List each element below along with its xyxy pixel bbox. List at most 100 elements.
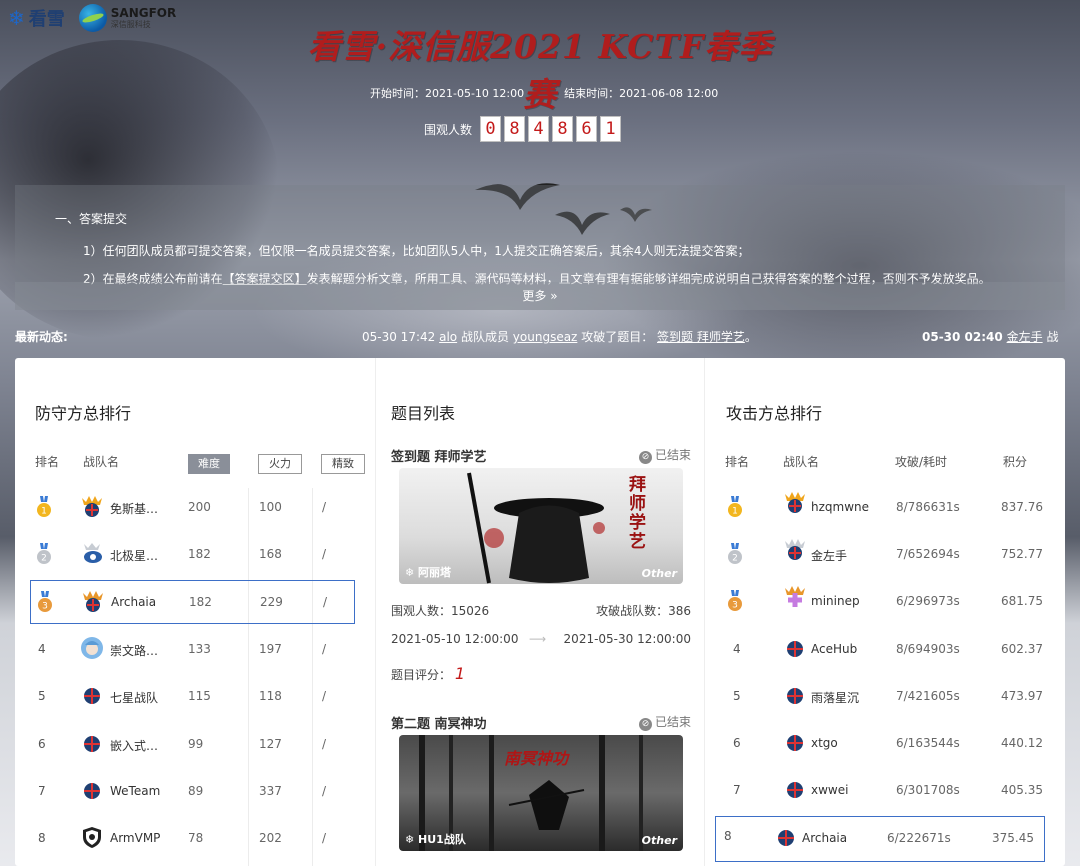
team-name[interactable]: ArmVMP <box>110 831 160 845</box>
problem-cover-image[interactable]: 南冥神功 ❄ HU1战队 Other <box>399 735 683 851</box>
team-name[interactable]: 嵌入式… <box>110 737 158 754</box>
kanxue-logo[interactable]: ❄ 看雪 <box>8 5 65 31</box>
fire-value: 229 <box>260 595 283 609</box>
team-name[interactable]: Archaia <box>802 831 847 845</box>
shield-icon <box>83 827 101 848</box>
team-avatar <box>785 539 805 560</box>
defense-row[interactable]: 7 WeTeam 89 337 / <box>30 770 355 814</box>
fire-value: 168 <box>259 547 282 561</box>
defense-row[interactable]: 5 七星战队 115 118 / <box>30 675 355 719</box>
defense-row[interactable]: 6 嵌入式… 99 127 / <box>30 723 355 767</box>
breach-value: 6/222671s <box>887 831 951 845</box>
team-avatar <box>787 782 803 798</box>
news-time: 05-30 17:42 <box>362 330 436 344</box>
sangfor-logo[interactable]: SANGFOR 深信服科技 <box>78 4 176 32</box>
team-name[interactable]: xwwei <box>811 783 848 797</box>
score-value: 405.35 <box>1001 783 1043 797</box>
col-team-header: 战队名 <box>83 455 120 469</box>
team-name[interactable]: 七星战队 <box>110 689 158 706</box>
team-name[interactable]: xtgo <box>811 736 838 750</box>
difficulty-value: 200 <box>188 500 211 514</box>
fire-value: 118 <box>259 689 282 703</box>
sangfor-globe-icon <box>78 4 107 32</box>
col-team-header: 战队名 <box>783 455 820 469</box>
team-name[interactable]: 北极星… <box>110 547 158 564</box>
problem-title[interactable]: 签到题 拜师学艺 <box>391 446 487 465</box>
leaderboard-panel: 防守方总排行 排名 战队名 难度 火力 精致 1 免斯基… 200 100 / … <box>15 358 1065 866</box>
viewer-counter: 围观人数 0 8 4 8 6 1 <box>424 116 622 142</box>
breach-value: 8/694903s <box>896 642 960 656</box>
elite-value: / <box>322 689 327 703</box>
attack-row[interactable]: 6 xtgo 6/163544s 440.12 <box>715 722 1045 768</box>
attack-row[interactable]: 3 mininep 6/296973s 681.75 <box>715 580 1045 626</box>
team-name[interactable]: Archaia <box>111 595 156 609</box>
team-name[interactable]: 免斯基… <box>110 500 158 517</box>
hero-banner: ❄ 看雪 SANGFOR 深信服科技 看雪·深信服2021 KCTF春季赛 开始… <box>0 0 1080 360</box>
viewer-digit: 0 <box>480 116 502 142</box>
problem-card[interactable]: 签到题 拜师学艺 ⊘ 已结束 拜师学艺 ❄ 阿丽塔 Other 围观人数：1502… <box>391 446 691 686</box>
difficulty-value: 182 <box>189 595 212 609</box>
news-problem-link[interactable]: 签到题 拜师学艺 <box>657 330 745 344</box>
rank-number: 6 <box>38 737 46 751</box>
more-button[interactable]: 更多 » <box>15 282 1065 310</box>
defense-row-highlighted[interactable]: 3 Archaia 182 229 / <box>30 580 355 624</box>
sort-difficulty-button[interactable]: 难度 <box>188 454 230 474</box>
page-title: 看雪·深信服2021 KCTF春季赛 <box>307 27 773 114</box>
attack-row[interactable]: 2 金左手 7/652694s 752.77 <box>715 533 1045 579</box>
label: 围观人数： <box>391 604 452 618</box>
team-name[interactable]: 金左手 <box>811 547 847 564</box>
team-avatar <box>785 586 805 607</box>
elite-value: / <box>323 595 328 609</box>
attack-ranking: 攻击方总排行 排名 战队名 攻破/耗时 积分 1 hzqmwne 8/78663… <box>705 358 1065 866</box>
problem-cover-image[interactable]: 拜师学艺 ❄ 阿丽塔 Other <box>399 468 683 584</box>
defense-row[interactable]: 1 免斯基… 200 100 / <box>30 486 355 530</box>
breach-value: 6/301708s <box>896 783 960 797</box>
gold-medal-icon: 1 <box>37 496 51 517</box>
sort-fire-button[interactable]: 火力 <box>258 454 302 474</box>
news-team-link[interactable]: 金左手 <box>1007 330 1043 344</box>
rank-number: 7 <box>733 783 741 797</box>
news-team-link[interactable]: alo <box>439 330 457 344</box>
team-avatar <box>785 492 805 513</box>
sort-elite-button[interactable]: 精致 <box>321 454 365 474</box>
news-user-link[interactable]: youngseaz <box>513 330 578 344</box>
difficulty-value: 182 <box>188 547 211 561</box>
breach-value: 8/786631s <box>896 500 960 514</box>
breach-value: 6/163544s <box>896 736 960 750</box>
team-avatar <box>84 688 100 704</box>
team-avatar <box>84 736 100 752</box>
team-avatar <box>84 783 100 799</box>
team-name[interactable]: mininep <box>811 594 860 608</box>
problem-card[interactable]: 第二题 南冥神功 ⊘ 已结束 南冥神功 ❄ HU1战队 Other <box>391 713 691 866</box>
defense-row[interactable]: 4 崇文路… 133 197 / <box>30 628 355 672</box>
rank-number: 6 <box>733 736 741 750</box>
problem-title[interactable]: 第二题 南冥神功 <box>391 713 487 732</box>
viewer-digits: 0 8 4 8 6 1 <box>480 116 622 142</box>
defense-row[interactable]: 2 北极星… 182 168 / <box>30 533 355 577</box>
attack-row[interactable]: 5 雨落星沉 7/421605s 473.97 <box>715 675 1045 721</box>
silver-medal-icon: 2 <box>728 543 742 564</box>
team-name[interactable]: WeTeam <box>110 784 160 798</box>
end-time: 结束时间：2021-06-08 12:00 <box>564 87 719 100</box>
viewer-label: 围观人数 <box>424 122 473 137</box>
news-text: 攻破了题目： <box>581 330 654 344</box>
problem-end: 2021-05-30 12:00:00 <box>563 632 691 646</box>
team-name[interactable]: 崇文路… <box>110 642 158 659</box>
score-value: 837.76 <box>1001 500 1043 514</box>
defense-row[interactable]: 8 ArmVMP 78 202 / <box>30 817 355 861</box>
attack-row-highlighted[interactable]: 8 Archaia 6/222671s 375.45 <box>715 816 1045 862</box>
attack-row[interactable]: 1 hzqmwne 8/786631s 837.76 <box>715 486 1045 532</box>
team-name[interactable]: AceHub <box>811 642 857 656</box>
col-rank-header: 排名 <box>725 455 750 469</box>
score-value: 602.37 <box>1001 642 1043 656</box>
breach-value: 6/296973s <box>896 594 960 608</box>
attack-row[interactable]: 7 xwwei 6/301708s 405.35 <box>715 769 1045 815</box>
fire-value: 127 <box>259 737 282 751</box>
attack-row[interactable]: 4 AceHub 8/694903s 602.37 <box>715 628 1045 674</box>
contest-times: 开始时间：2021-05-10 12:00 结束时间：2021-06-08 12… <box>370 85 718 101</box>
team-name[interactable]: 雨落星沉 <box>811 689 859 706</box>
team-name[interactable]: hzqmwne <box>811 500 869 514</box>
silver-medal-icon: 2 <box>37 543 51 564</box>
elite-value: / <box>322 500 327 514</box>
notice-rule-1: 1）任何团队成员都可提交答案，但仅限一名成员提交答案，比如团队5人中，1人提交正… <box>83 244 750 258</box>
